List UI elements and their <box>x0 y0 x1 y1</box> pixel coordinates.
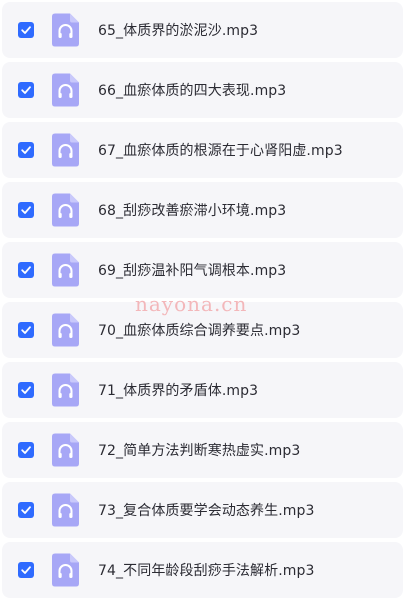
checkmark-icon <box>21 266 31 274</box>
file-row[interactable]: 74_不同年龄段刮痧手法解析.mp3 <box>2 542 403 598</box>
file-name: 66_血瘀体质的四大表现.mp3 <box>98 83 287 99</box>
file-name: 68_刮痧改善瘀滞小环境.mp3 <box>98 203 287 219</box>
file-checkbox[interactable] <box>18 82 34 98</box>
file-name: 72_简单方法判断寒热虚实.mp3 <box>98 443 301 459</box>
file-name: 69_刮痧温补阳气调根本.mp3 <box>98 263 287 279</box>
file-checkbox[interactable] <box>18 562 34 578</box>
file-row[interactable]: 66_血瘀体质的四大表现.mp3 <box>2 62 403 118</box>
file-checkbox[interactable] <box>18 442 34 458</box>
file-row[interactable]: 68_刮痧改善瘀滞小环境.mp3 <box>2 182 403 238</box>
file-row[interactable]: 67_血瘀体质的根源在于心肾阳虚.mp3 <box>2 122 403 178</box>
checkmark-icon <box>21 146 31 154</box>
headphones-icon <box>52 133 79 167</box>
checkmark-icon <box>21 86 31 94</box>
headphones-icon <box>52 253 79 287</box>
file-checkbox[interactable] <box>18 502 34 518</box>
file-name: 74_不同年龄段刮痧手法解析.mp3 <box>98 563 315 579</box>
file-checkbox[interactable] <box>18 382 34 398</box>
checkmark-icon <box>21 326 31 334</box>
file-row[interactable]: 72_简单方法判断寒热虚实.mp3 <box>2 422 403 478</box>
checkmark-icon <box>21 446 31 454</box>
file-row[interactable]: 73_复合体质要学会动态养生.mp3 <box>2 482 403 538</box>
headphones-icon <box>52 193 79 227</box>
checkmark-icon <box>21 566 31 574</box>
file-name: 73_复合体质要学会动态养生.mp3 <box>98 503 315 519</box>
checkmark-icon <box>21 206 31 214</box>
headphones-icon <box>52 13 79 47</box>
file-checkbox[interactable] <box>18 22 34 38</box>
file-name: 71_体质界的矛盾体.mp3 <box>98 383 259 399</box>
file-list: 65_体质界的淤泥沙.mp3 66_血瘀体质的四大表现.mp3 67_血瘀体质的根源… <box>0 0 405 604</box>
checkmark-icon <box>21 506 31 514</box>
file-name: 67_血瘀体质的根源在于心肾阳虚.mp3 <box>98 143 343 159</box>
file-checkbox[interactable] <box>18 202 34 218</box>
file-name: 70_血瘀体质综合调养要点.mp3 <box>98 323 301 339</box>
checkmark-icon <box>21 386 31 394</box>
headphones-icon <box>52 73 79 107</box>
headphones-icon <box>52 313 79 347</box>
file-row[interactable]: 69_刮痧温补阳气调根本.mp3 <box>2 242 403 298</box>
file-checkbox[interactable] <box>18 322 34 338</box>
headphones-icon <box>52 433 79 467</box>
headphones-icon <box>52 493 79 527</box>
file-checkbox[interactable] <box>18 142 34 158</box>
headphones-icon <box>52 553 79 587</box>
file-row[interactable]: 65_体质界的淤泥沙.mp3 <box>2 2 403 58</box>
file-row[interactable]: 70_血瘀体质综合调养要点.mp3 <box>2 302 403 358</box>
file-name: 65_体质界的淤泥沙.mp3 <box>98 23 259 39</box>
file-row[interactable]: 71_体质界的矛盾体.mp3 <box>2 362 403 418</box>
file-checkbox[interactable] <box>18 262 34 278</box>
checkmark-icon <box>21 26 31 34</box>
headphones-icon <box>52 373 79 407</box>
